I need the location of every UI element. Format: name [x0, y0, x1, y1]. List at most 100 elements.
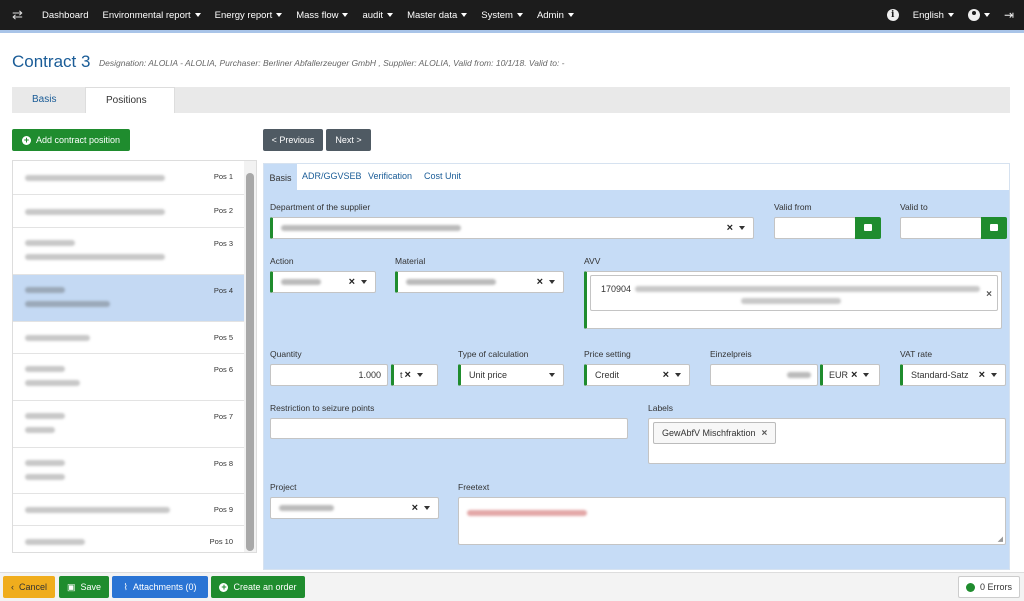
- redacted-text: [25, 460, 65, 466]
- avv-field[interactable]: 170904 ×: [584, 271, 1002, 329]
- vat-select[interactable]: Standard-Satz ×: [900, 364, 1006, 386]
- list-item[interactable]: Pos 6: [13, 354, 245, 401]
- redacted-text: [25, 335, 90, 341]
- list-item[interactable]: Pos 7: [13, 401, 245, 448]
- price-setting-label: Price setting: [584, 349, 631, 359]
- remove-icon[interactable]: ×: [762, 428, 768, 439]
- label-chip[interactable]: GewAbfV Mischfraktion ×: [653, 422, 777, 444]
- dropdown-icon[interactable]: [549, 280, 555, 284]
- errors-button[interactable]: 0 Errors: [958, 576, 1020, 598]
- list-scrollbar[interactable]: [244, 161, 256, 552]
- dropdown-icon[interactable]: [549, 373, 555, 377]
- clear-icon[interactable]: ×: [979, 369, 985, 381]
- redacted-text: [25, 507, 170, 513]
- position-label: Pos 6: [213, 365, 233, 374]
- dropdown-icon[interactable]: [424, 506, 430, 510]
- avv-selected-chip[interactable]: 170904 ×: [590, 275, 998, 311]
- quantity-input[interactable]: 1.000: [270, 364, 388, 386]
- paperclip-icon: ⌇: [123, 581, 128, 592]
- clear-icon[interactable]: ×: [412, 502, 418, 514]
- caret-down-icon: [983, 13, 990, 17]
- dropdown-icon[interactable]: [361, 280, 367, 284]
- restriction-input[interactable]: [270, 418, 628, 439]
- list-item[interactable]: Pos 2: [13, 195, 245, 228]
- list-item[interactable]: Pos 3: [13, 228, 245, 275]
- logout-icon[interactable]: ⇥: [1004, 8, 1014, 22]
- clear-icon[interactable]: ×: [537, 276, 543, 288]
- button-label: Attachments (0): [132, 582, 197, 592]
- subtab-adr[interactable]: ADR/GGVSEB: [302, 171, 362, 181]
- unit-price-input[interactable]: [710, 364, 818, 386]
- action-select[interactable]: ×: [270, 271, 376, 293]
- nav-system[interactable]: System: [481, 10, 523, 21]
- save-button[interactable]: ▣ Save: [59, 576, 109, 598]
- nav-mass-flow[interactable]: Mass flow: [296, 10, 349, 21]
- nav-label: Master data: [407, 9, 458, 21]
- valid-to-input[interactable]: [900, 217, 982, 239]
- user-menu[interactable]: [967, 9, 990, 21]
- freetext-textarea[interactable]: ◢: [458, 497, 1006, 545]
- nav-label: Environmental report: [102, 9, 191, 21]
- nav-master-data[interactable]: Master data: [407, 9, 468, 21]
- language-select[interactable]: English: [913, 10, 954, 21]
- subtab-verification[interactable]: Verification: [368, 171, 412, 181]
- price-setting-select[interactable]: Credit ×: [584, 364, 690, 386]
- attachments-button[interactable]: ⌇ Attachments (0): [112, 576, 208, 598]
- subtab-basis[interactable]: Basis: [264, 164, 297, 191]
- calc-type-select[interactable]: Unit price: [458, 364, 564, 386]
- list-item[interactable]: Pos 10: [13, 526, 245, 552]
- info-icon[interactable]: i: [886, 9, 899, 21]
- unit-select[interactable]: t ×: [391, 364, 438, 386]
- department-select[interactable]: ×: [270, 217, 754, 239]
- clear-icon[interactable]: ×: [349, 276, 355, 288]
- nav-environmental-report[interactable]: Environmental report: [102, 9, 201, 21]
- material-select[interactable]: ×: [395, 271, 564, 293]
- nav-dashboard[interactable]: Dashboard: [42, 10, 88, 21]
- currency-select[interactable]: EUR ×: [820, 364, 880, 386]
- clear-icon[interactable]: ×: [727, 222, 733, 234]
- position-label: Pos 7: [213, 412, 233, 421]
- dropdown-icon[interactable]: [991, 373, 997, 377]
- list-item[interactable]: Pos 9: [13, 494, 245, 526]
- nav-label: Energy report: [214, 9, 273, 21]
- button-label: 0 Errors: [979, 582, 1012, 592]
- scrollbar-thumb[interactable]: [246, 173, 254, 551]
- dropdown-icon[interactable]: [675, 373, 681, 377]
- calendar-icon[interactable]: [981, 217, 1007, 239]
- redacted-text: [25, 301, 110, 307]
- clear-icon[interactable]: ×: [851, 369, 857, 381]
- nav-admin[interactable]: Admin: [537, 10, 574, 21]
- dropdown-icon[interactable]: [739, 226, 745, 230]
- list-item[interactable]: Pos 8: [13, 448, 245, 494]
- redacted-text: [741, 298, 841, 304]
- subtab-cost-unit[interactable]: Cost Unit: [424, 171, 461, 181]
- list-item[interactable]: Pos 1: [13, 161, 245, 195]
- position-label: Pos 8: [213, 459, 233, 468]
- valid-from-input[interactable]: [774, 217, 856, 239]
- add-contract-position-button[interactable]: + Add contract position: [12, 129, 130, 151]
- project-select[interactable]: ×: [270, 497, 439, 519]
- dropdown-icon[interactable]: [863, 373, 870, 377]
- swap-icon[interactable]: ⇄: [12, 8, 23, 22]
- redacted-text: [25, 427, 55, 433]
- list-item-selected[interactable]: Pos 4: [13, 275, 245, 322]
- tab-basis[interactable]: Basis: [12, 87, 76, 113]
- calendar-icon[interactable]: [855, 217, 881, 239]
- position-label: Pos 4: [213, 286, 233, 295]
- nav-energy-report[interactable]: Energy report: [215, 10, 283, 21]
- previous-button[interactable]: < Previous: [263, 129, 323, 151]
- cancel-button[interactable]: ‹ Cancel: [3, 576, 55, 598]
- list-item[interactable]: Pos 5: [13, 322, 245, 354]
- tab-positions[interactable]: Positions: [85, 87, 175, 113]
- redacted-text: [467, 510, 587, 516]
- labels-field[interactable]: GewAbfV Mischfraktion ×: [648, 418, 1006, 464]
- dropdown-icon[interactable]: [416, 373, 423, 377]
- clear-icon[interactable]: ×: [405, 369, 411, 381]
- clear-icon[interactable]: ×: [663, 369, 669, 381]
- nav-audit[interactable]: audit: [362, 10, 394, 21]
- resize-handle-icon[interactable]: ◢: [998, 535, 1003, 543]
- next-button[interactable]: Next >: [326, 129, 371, 151]
- clear-icon[interactable]: ×: [986, 289, 992, 300]
- create-order-button[interactable]: + Create an order: [211, 576, 305, 598]
- calc-type-value: Unit price: [469, 370, 508, 380]
